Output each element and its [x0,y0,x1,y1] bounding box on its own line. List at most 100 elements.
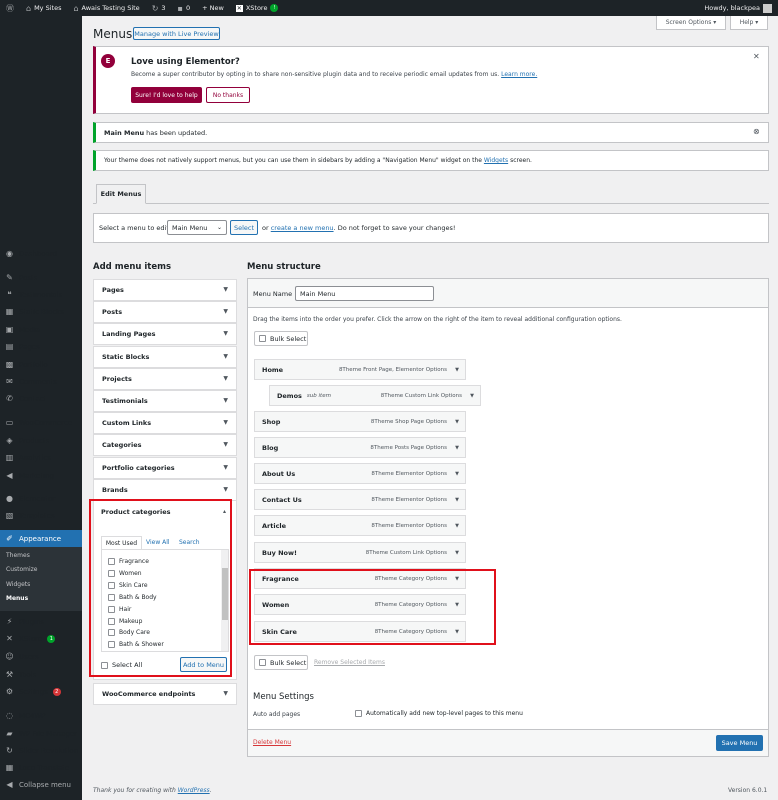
menu-item-about-us[interactable]: About Us 8Theme Elementor Options ▼ [254,463,466,484]
sidebar-item-templates[interactable]: ▧ Templates [0,507,82,524]
section-testimonials[interactable]: Testimonials ▼ [93,390,237,412]
updated-menu-name: Main Menu [104,128,145,137]
sidebar-item-wp-file-manager[interactable]: ▰ WP File Manager [0,725,82,742]
bulk-select-top-checkbox[interactable] [259,335,266,342]
expand-arrow-icon[interactable]: ▼ [455,497,459,503]
wordpress-link[interactable]: WordPress [178,787,210,794]
sidebar-item-slider-revolution[interactable]: ↻ Slider Revolution [0,742,82,759]
section-label: Posts [102,308,123,317]
expand-arrow-icon[interactable]: ▼ [455,419,459,425]
section-projects[interactable]: Projects ▼ [93,367,237,390]
sidebar-item-posts[interactable]: ✎ Posts [0,269,82,286]
sidebar-item-collapse-menu[interactable]: ◀ Collapse menu [0,776,82,793]
section-woocommerce-endpoints[interactable]: WooCommerce endpoints ▼ [93,683,237,705]
sidebar-item-testimonials[interactable]: ❝ Testimonials [0,286,82,303]
menu-select[interactable]: Main Menu ⌄ [167,220,227,235]
menu-name-input[interactable]: Main Menu [295,286,434,301]
sidebar-item-appearance[interactable]: ✐ Appearance [0,530,82,547]
expand-arrow-icon[interactable]: ▼ [455,523,459,529]
live-preview-button[interactable]: Manage with Live Preview [133,27,220,40]
sidebar-item-comments[interactable]: ✉ Comments [0,373,82,390]
learn-more-link[interactable]: Learn more. [501,71,537,78]
section-static-blocks[interactable]: Static Blocks ▼ [93,345,237,368]
new-content-button[interactable]: + New [196,0,230,16]
sidebar-item-media[interactable]: ▣ Media [0,321,82,338]
bulk-select-bottom-button[interactable]: Bulk Select [254,655,308,670]
sidebar-item-static-blocks[interactable]: ▦ Static Blocks [0,303,82,320]
auto-add-control[interactable]: Automatically add new top-level pages to… [355,710,523,717]
chevron-down-icon: ▼ [223,308,228,316]
sidebar-item-products[interactable]: ◈ Products [0,432,82,449]
howdy-label: Howdy, blackpea [704,4,760,12]
menu-item-contact-us[interactable]: Contact Us 8Theme Elementor Options ▼ [254,489,466,510]
remove-selected-link[interactable]: Remove Selected Items [314,659,385,666]
menu-item-buy-now-[interactable]: Buy Now! 8Theme Custom Link Options ▼ [254,542,466,563]
bulk-select-bottom-checkbox[interactable] [259,659,266,666]
section-categories[interactable]: Categories ▼ [93,434,237,457]
menu-item-article[interactable]: Article 8Theme Elementor Options ▼ [254,515,466,536]
expand-arrow-icon[interactable]: ▼ [455,471,459,477]
sidebar-item-users[interactable]: ☺ Users [0,648,82,665]
menu-item-blog[interactable]: Blog 8Theme Posts Page Options ▼ [254,437,466,458]
site-name-button[interactable]: ⌂ Awais Testing Site [67,0,145,16]
sidebar-item-label: Plugins [19,617,45,626]
sidebar-item-mc4wp[interactable]: ◌ MC4WP [0,707,82,724]
auto-add-checkbox[interactable] [355,710,362,717]
elementor-optin-button[interactable]: Sure! I'd love to help [131,87,202,103]
submenu-item-widgets[interactable]: Widgets [0,577,82,591]
updates-count: 3 [161,4,166,12]
my-sites-button[interactable]: ⌂ My Sites [20,0,67,16]
sidebar-item-portfolio[interactable]: ▩ Portfolio [0,356,82,373]
create-menu-link[interactable]: create a new menu [271,224,334,232]
sidebar-item-analytics[interactable]: ▥ Analytics [0,449,82,466]
sidebar-item-xstore[interactable]: ✕ XStore 1 [0,630,82,647]
comments-button[interactable]: ▪ 0 [172,0,197,16]
updates-button[interactable]: ↻ 3 [146,0,172,16]
sidebar-item-plugins[interactable]: ⚡ Plugins [0,613,82,630]
select-button[interactable]: Select [230,220,258,235]
expand-arrow-icon[interactable]: ▼ [455,367,459,373]
sidebar-item-label: Pages [19,342,40,351]
menu-item-demos[interactable]: Demos sub item 8Theme Custom Link Options ▼ [269,385,481,406]
section-pages[interactable]: Pages ▼ [93,279,237,301]
folder-icon: ▰ [6,729,13,738]
menu-settings-heading: Menu Settings [253,692,314,702]
expand-arrow-icon[interactable]: ▼ [470,393,474,399]
help-button[interactable]: Help ▾ [730,16,768,30]
sidebar-item-tools[interactable]: ⚒ Tools [0,666,82,683]
dismiss-notice-icon[interactable]: ⊗ [753,127,760,136]
delete-menu-link[interactable]: Delete Menu [253,739,291,746]
save-menu-button[interactable]: Save Menu [716,735,763,751]
sidebar-item-pages[interactable]: ▤ Pages [0,338,82,355]
sidebar-item-woocommerce[interactable]: ▭ WooCommerce [0,414,82,431]
sidebar-item-dashboard[interactable]: ◉ Dashboard [0,245,82,262]
sidebar-item-elementor[interactable]: ● Elementor [0,490,82,507]
submenu-item-menus[interactable]: Menus [0,591,82,605]
account-button[interactable]: Howdy, blackpea [698,0,778,16]
sidebar-item-loco-translate[interactable]: ▦ Loco Translate [0,759,82,776]
bulk-select-top-button[interactable]: Bulk Select [254,331,308,346]
submenu-item-customize[interactable]: Customize [0,562,82,576]
widgets-link[interactable]: Widgets [484,157,508,164]
section-landing-pages[interactable]: Landing Pages ▼ [93,323,237,346]
xstore-bar-button[interactable]: ✕ XStore! [230,0,285,16]
tab-edit-menus[interactable]: Edit Menus [96,184,146,204]
section-brands[interactable]: Brands ▼ [93,478,237,501]
sidebar-item-contact[interactable]: ✆ Contact [0,390,82,407]
sidebar-item-label: Settings [19,687,48,696]
section-posts[interactable]: Posts ▼ [93,301,237,324]
elementor-no-thanks-button[interactable]: No thanks [206,87,250,103]
elementor-close-icon[interactable]: ✕ [753,52,760,61]
menu-item-home[interactable]: Home 8Theme Front Page, Elementor Options… [254,359,466,380]
menu-structure-heading: Menu structure [247,262,321,272]
expand-arrow-icon[interactable]: ▼ [455,550,459,556]
section-portfolio-categories[interactable]: Portfolio categories ▼ [93,456,237,479]
screen-options-button[interactable]: Screen Options ▾ [656,16,726,30]
expand-arrow-icon[interactable]: ▼ [455,445,459,451]
sidebar-item-marketing[interactable]: ◀ Marketing [0,467,82,484]
wordpress-logo-button[interactable]: Ⓦ [0,0,20,16]
submenu-item-themes[interactable]: Themes [0,548,82,562]
section-custom-links[interactable]: Custom Links ▼ [93,412,237,435]
sidebar-item-settings[interactable]: ⚙ Settings 2 [0,683,82,700]
menu-item-shop[interactable]: Shop 8Theme Shop Page Options ▼ [254,411,466,432]
